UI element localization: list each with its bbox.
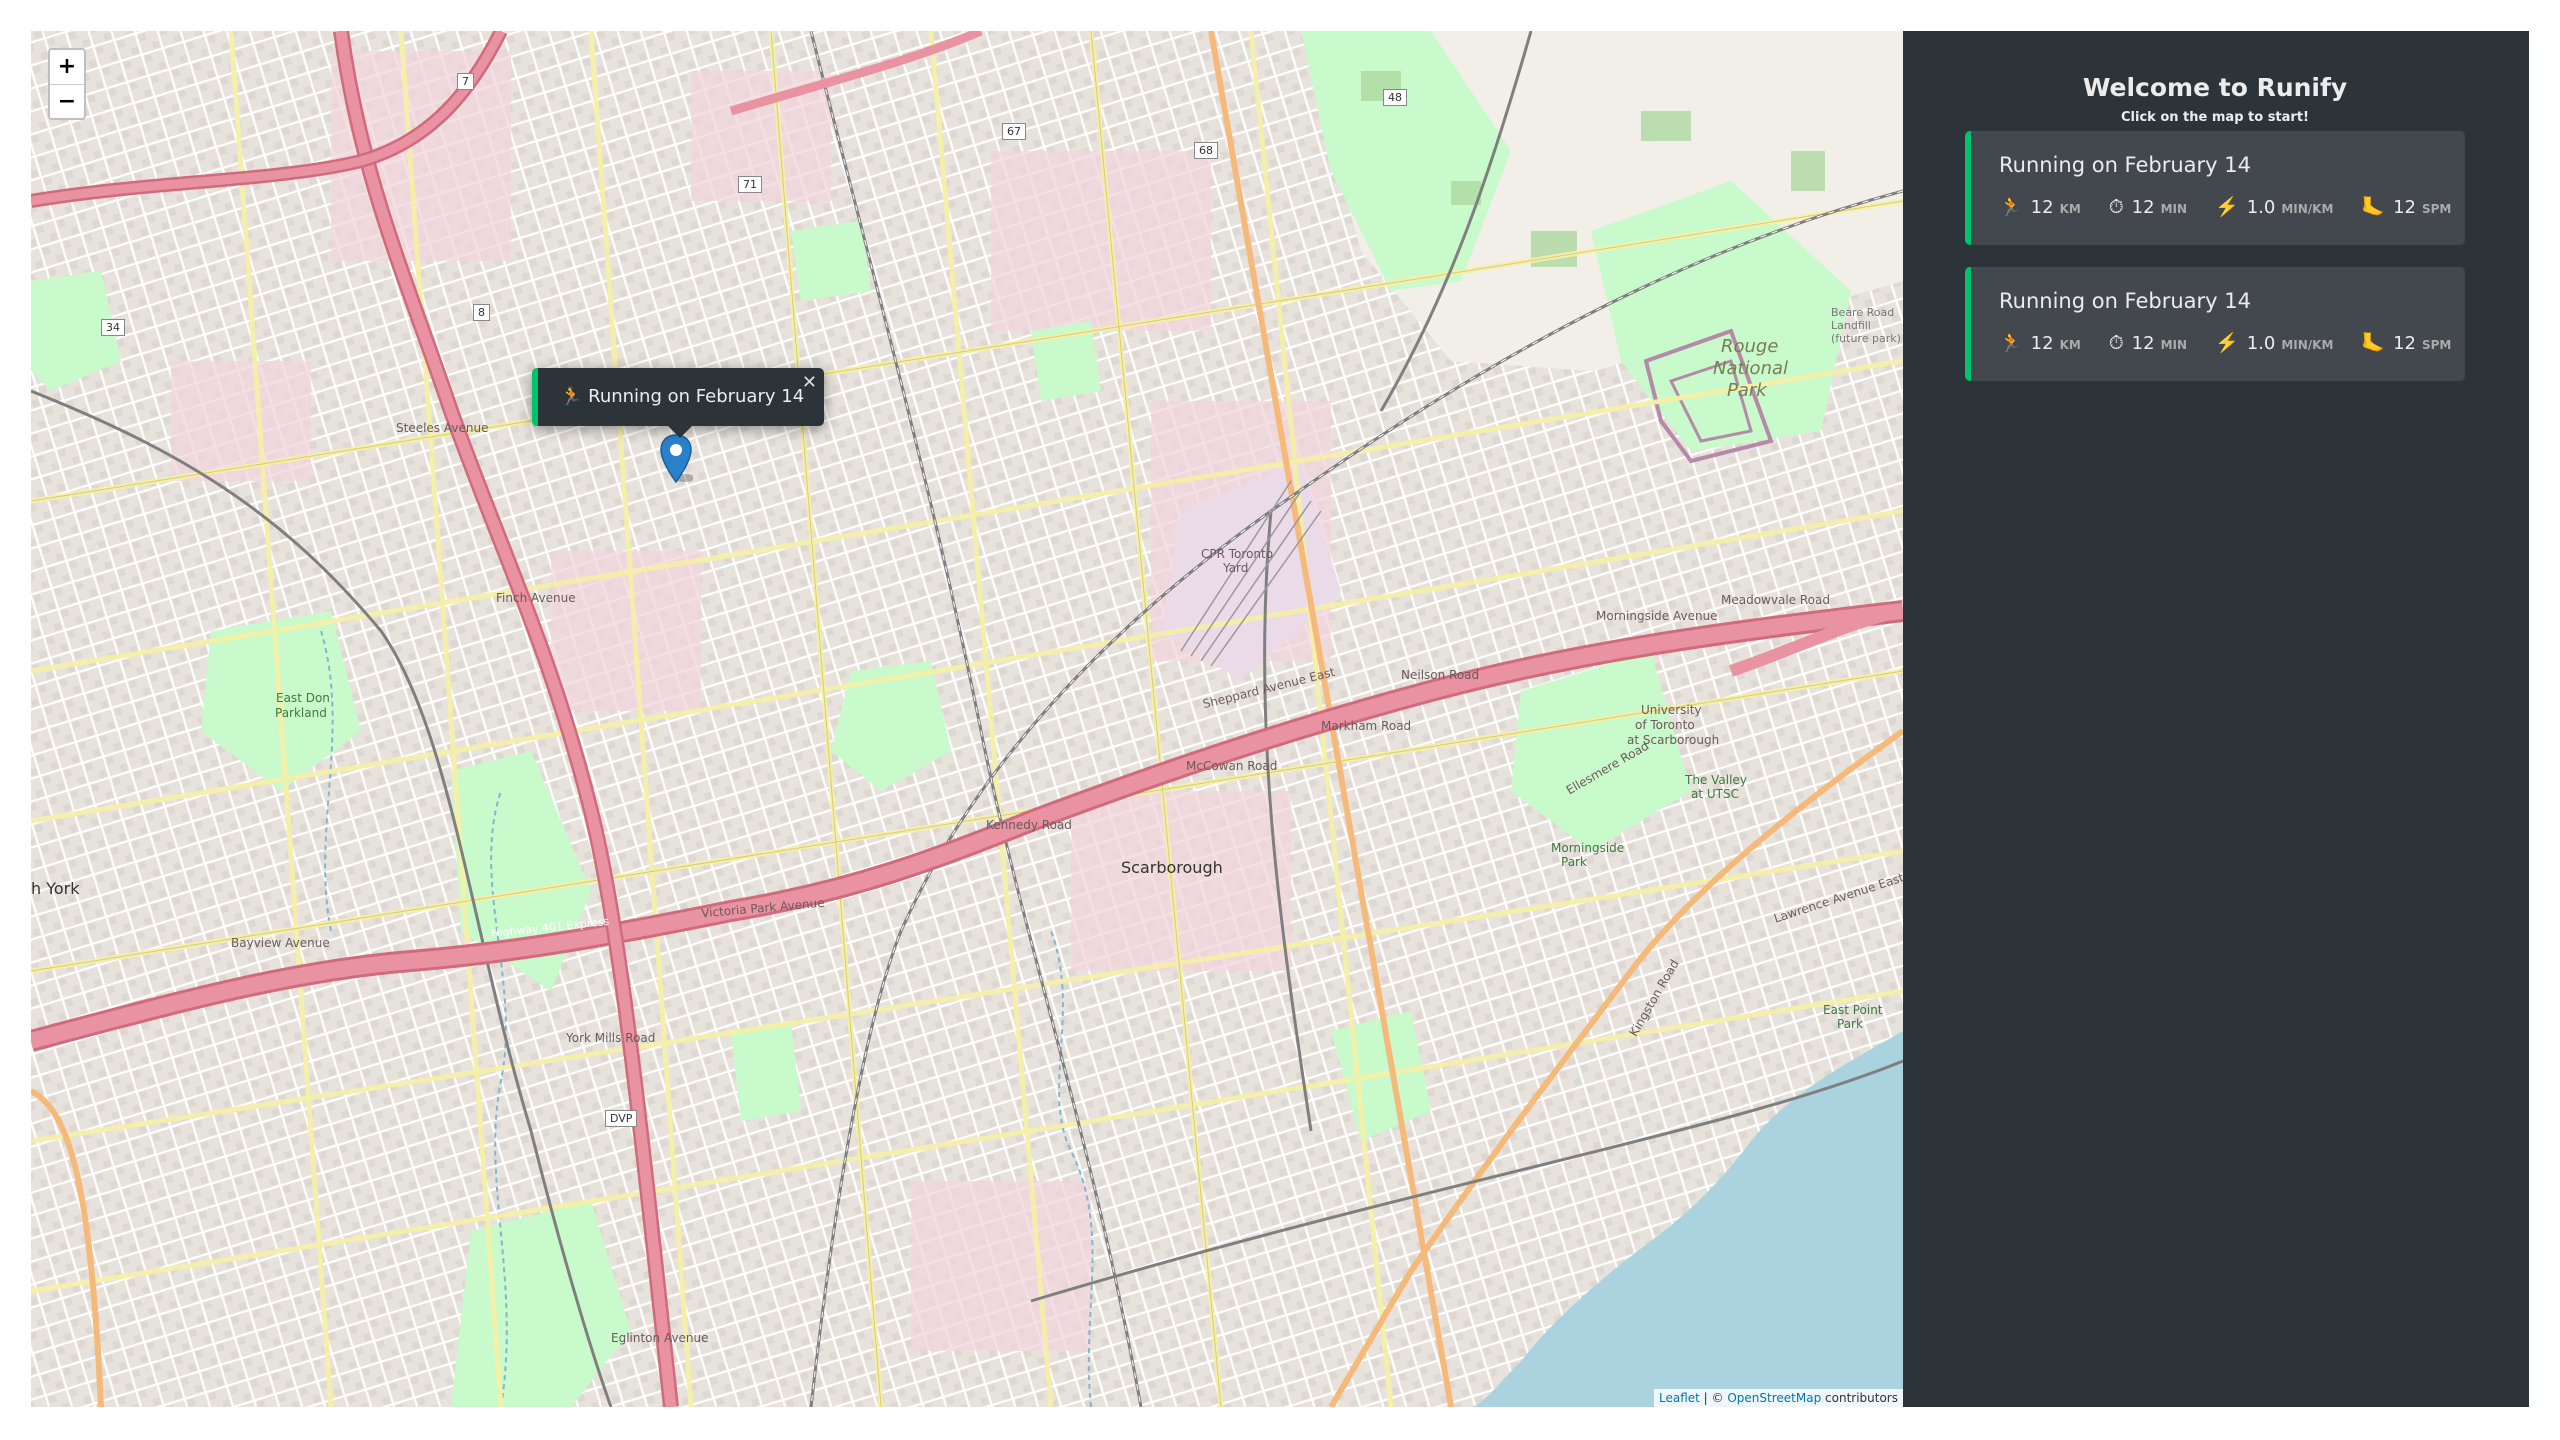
label-morningside-ave: Morningside Avenue xyxy=(1596,609,1718,623)
label-parkland: Parkland xyxy=(275,706,327,720)
workout-distance: 🏃 12 km xyxy=(1999,331,2081,354)
label-meadowvale: Meadowvale Road xyxy=(1721,593,1830,607)
sidebar-subtitle: Click on the map to start! xyxy=(2121,110,2309,125)
label-morningside-park2: Park xyxy=(1561,855,1587,869)
workout-popup[interactable]: 🏃 Running on February 14 ✕ xyxy=(532,368,824,438)
runner-icon: 🏃 xyxy=(1999,196,2023,218)
label-markham: Markham Road xyxy=(1321,719,1412,733)
workout-details: 🏃 12 km ⏱ 12 min ⚡️ 1.0 min/km 🦶 12 xyxy=(1999,195,2451,218)
map-marker[interactable] xyxy=(659,434,695,490)
distance-unit: km xyxy=(2059,202,2081,216)
stopwatch-icon: ⏱ xyxy=(2108,196,2124,218)
label-steeles: Steeles Avenue xyxy=(396,421,489,435)
route-shield-71: 71 xyxy=(738,176,762,193)
leaflet-link[interactable]: Leaflet xyxy=(1659,1391,1700,1405)
workout-cadence: 🦶 12 spm xyxy=(2361,195,2451,218)
label-morningside-park: Morningside xyxy=(1551,841,1625,855)
label-york-mills: York Mills Road xyxy=(566,1031,656,1045)
workout-details: 🏃 12 km ⏱ 12 min ⚡️ 1.0 min/km 🦶 12 xyxy=(1999,331,2451,354)
duration-unit: min xyxy=(2160,202,2188,216)
zoom-out-button[interactable]: − xyxy=(50,84,84,118)
pace-value: 1.0 xyxy=(2246,333,2276,354)
zoom-control: + − xyxy=(48,48,86,120)
label-mccowan: McCowan Road xyxy=(1186,759,1278,773)
route-shield-67: 67 xyxy=(1002,123,1026,140)
workout-pace: ⚡️ 1.0 min/km xyxy=(2215,195,2333,218)
map[interactable]: Scarborough Rouge National Park h York E… xyxy=(31,31,1903,1407)
label-national: National xyxy=(1713,358,1789,379)
app-root: Scarborough Rouge National Park h York E… xyxy=(31,31,2529,1407)
label-east-don: East Don xyxy=(276,691,330,705)
label-at-utsc: at UTSC xyxy=(1691,787,1739,801)
label-york: h York xyxy=(31,879,80,898)
runner-icon: 🏃 xyxy=(1999,332,2023,354)
label-east-point: East Point xyxy=(1823,1003,1883,1017)
popup-text: 🏃 Running on February 14 xyxy=(560,386,805,407)
attribution-separator: | © xyxy=(1699,1391,1728,1405)
workout-card[interactable]: Running on February 14 🏃 12 km ⏱ 12 min … xyxy=(1965,131,2465,245)
duration-unit: min xyxy=(2160,338,2188,352)
label-cpr: CPR Toronto xyxy=(1201,547,1274,561)
label-of-toronto: of Toronto xyxy=(1635,718,1695,732)
foot-icon: 🦶 xyxy=(2361,332,2386,354)
label-park: Park xyxy=(1727,380,1767,401)
label-rouge: Rouge xyxy=(1721,336,1779,357)
workout-distance: 🏃 12 km xyxy=(1999,195,2081,218)
label-valley: The Valley xyxy=(1685,773,1747,787)
map-attribution: Leaflet | © OpenStreetMap contributors xyxy=(1654,1389,1903,1407)
popup-tip xyxy=(668,426,692,438)
route-shield-48: 48 xyxy=(1383,89,1407,106)
pace-value: 1.0 xyxy=(2246,197,2276,218)
popup-close-button[interactable]: ✕ xyxy=(802,372,817,393)
workout-duration: ⏱ 12 min xyxy=(2109,332,2187,354)
label-finch: Finch Avenue xyxy=(496,591,576,605)
workout-title: Running on February 14 xyxy=(1999,153,2252,177)
duration-value: 12 xyxy=(2131,333,2155,354)
cadence-unit: spm xyxy=(2421,202,2452,216)
cadence-value: 12 xyxy=(2393,197,2416,218)
label-beare: Beare Road Landfill (future park) xyxy=(1831,306,1901,345)
label-east-point2: Park xyxy=(1837,1017,1863,1031)
label-eglinton: Eglinton Avenue xyxy=(611,1331,709,1345)
osm-link[interactable]: OpenStreetMap xyxy=(1727,1391,1821,1405)
pace-unit: min/km xyxy=(2281,338,2334,352)
workout-duration: ⏱ 12 min xyxy=(2109,196,2187,218)
route-shield-34: 34 xyxy=(101,319,125,336)
label-neilson: Neilson Road xyxy=(1401,668,1480,682)
duration-value: 12 xyxy=(2131,197,2155,218)
cadence-unit: spm xyxy=(2421,338,2452,352)
lightning-icon: ⚡️ xyxy=(2215,332,2239,354)
cadence-value: 12 xyxy=(2393,333,2416,354)
route-shield-dvp: DVP xyxy=(605,1110,638,1127)
workout-cadence: 🦶 12 spm xyxy=(2361,331,2451,354)
attribution-suffix: contributors xyxy=(1821,1391,1898,1405)
zoom-in-button[interactable]: + xyxy=(50,50,84,84)
label-scarborough: Scarborough xyxy=(1121,858,1223,877)
sidebar-title: Welcome to Runify xyxy=(2082,73,2348,102)
route-shield-8: 8 xyxy=(473,304,490,321)
distance-value: 12 xyxy=(2030,197,2054,218)
sidebar: Welcome to Runify Click on the map to st… xyxy=(1903,31,2529,1407)
route-shield-7: 7 xyxy=(457,73,474,90)
pace-unit: min/km xyxy=(2281,202,2334,216)
distance-value: 12 xyxy=(2030,333,2054,354)
label-kennedy: Kennedy Road xyxy=(986,818,1072,832)
label-bayview: Bayview Avenue xyxy=(231,936,330,950)
map-pin-icon xyxy=(660,434,695,484)
distance-unit: km xyxy=(2059,338,2081,352)
stopwatch-icon: ⏱ xyxy=(2108,332,2124,354)
route-shield-68: 68 xyxy=(1194,142,1218,159)
label-university: University xyxy=(1641,703,1702,717)
workout-pace: ⚡️ 1.0 min/km xyxy=(2215,331,2333,354)
workout-title: Running on February 14 xyxy=(1999,289,2252,313)
lightning-icon: ⚡️ xyxy=(2215,196,2239,218)
foot-icon: 🦶 xyxy=(2361,196,2386,218)
label-yard: Yard xyxy=(1223,561,1249,575)
workout-card[interactable]: Running on February 14 🏃 12 km ⏱ 12 min … xyxy=(1965,267,2465,381)
